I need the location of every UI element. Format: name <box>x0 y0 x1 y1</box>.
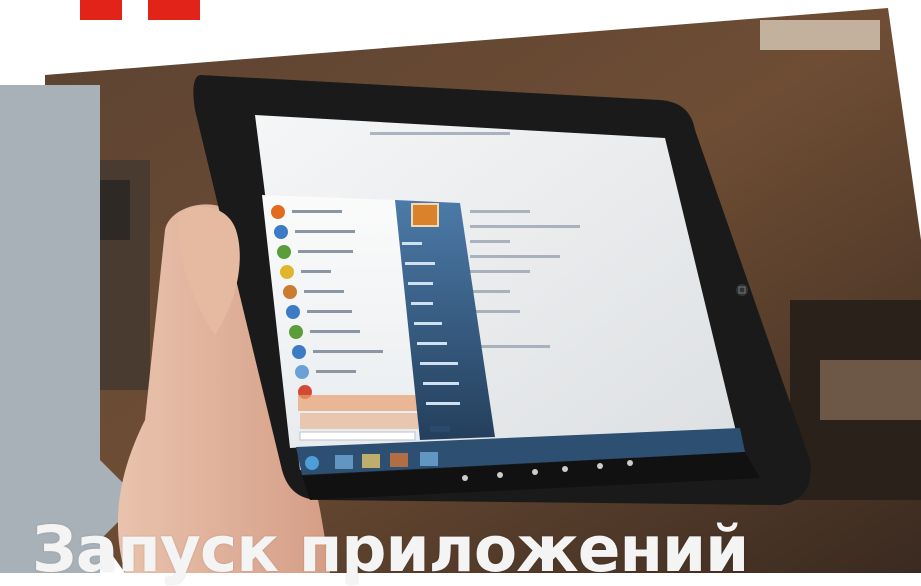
article-headline: Запуск приложений <box>32 513 749 586</box>
home-button <box>736 284 748 296</box>
side-panel <box>0 85 100 573</box>
user-picture <box>411 203 439 227</box>
tablet-photo <box>0 8 921 573</box>
